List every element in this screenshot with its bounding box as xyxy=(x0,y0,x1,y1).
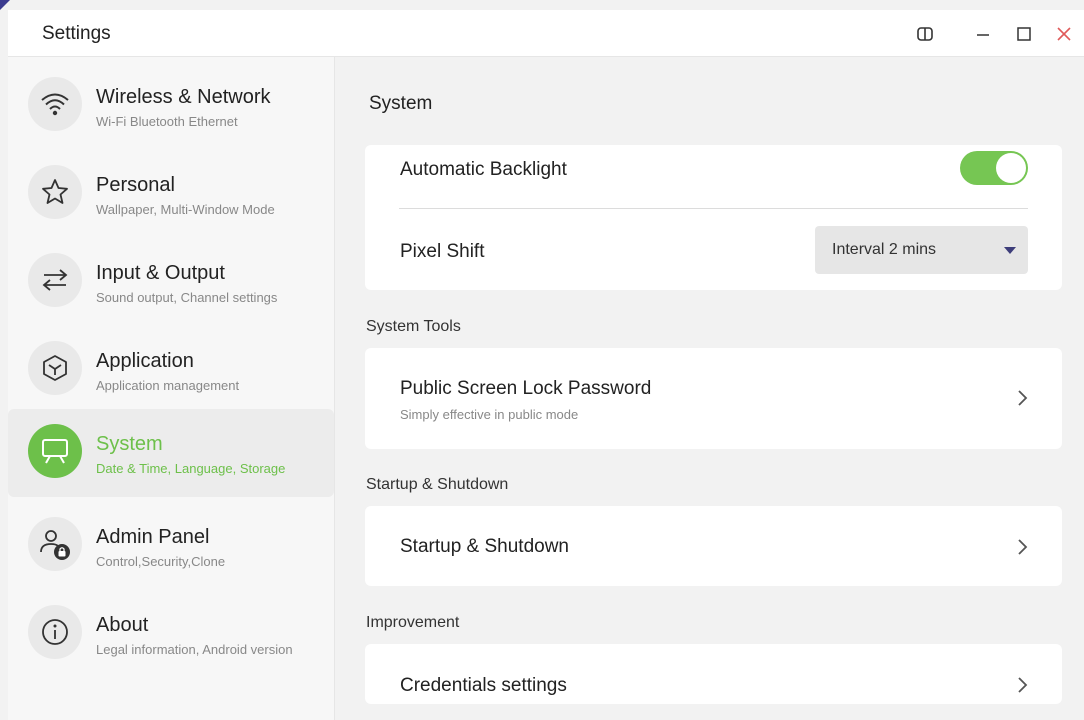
pixel-shift-label: Pixel Shift xyxy=(400,241,485,262)
pixel-shift-dropdown[interactable]: Interval 2 mins xyxy=(815,226,1028,274)
caret-down-icon xyxy=(1004,247,1016,254)
star-icon xyxy=(28,165,82,219)
auto-backlight-label: Automatic Backlight xyxy=(400,159,567,180)
sidebar-item-subtitle: Control,Security,Clone xyxy=(96,554,226,569)
minimize-button[interactable] xyxy=(971,22,995,46)
section-header-system-tools: System Tools xyxy=(366,318,461,335)
sidebar-item-system[interactable]: System Date & Time, Language, Storage xyxy=(8,409,334,497)
close-icon xyxy=(1057,27,1071,41)
minimize-icon xyxy=(977,34,989,36)
sidebar-item-title: About xyxy=(96,614,149,636)
section-header-startup-shutdown: Startup & Shutdown xyxy=(366,476,509,493)
startup-shutdown-label: Startup & Shutdown xyxy=(400,536,569,557)
split-window-button[interactable] xyxy=(913,22,937,46)
sidebar-item-title: Wireless & Network xyxy=(96,86,271,108)
screen-lock-label: Public Screen Lock Password xyxy=(400,378,652,399)
chevron-right-icon xyxy=(1018,390,1028,406)
sidebar-item-subtitle: Wallpaper, Multi-Window Mode xyxy=(96,202,275,217)
monitor-icon xyxy=(28,424,82,478)
credentials-label: Credentials settings xyxy=(400,675,567,696)
user-lock-icon xyxy=(28,517,82,571)
sidebar-item-subtitle: Sound output, Channel settings xyxy=(96,290,278,305)
chevron-right-icon xyxy=(1018,677,1028,693)
sidebar-item-title: Personal xyxy=(96,174,175,196)
cube-icon xyxy=(28,341,82,395)
wifi-icon xyxy=(28,77,82,131)
app-title: Settings xyxy=(42,23,111,44)
sidebar-item-subtitle: Date & Time, Language, Storage xyxy=(96,461,286,476)
sidebar-item-input-output[interactable]: Input & Output Sound output, Channel set… xyxy=(8,238,334,326)
sidebar-item-personal[interactable]: Personal Wallpaper, Multi-Window Mode xyxy=(8,150,334,238)
info-icon xyxy=(28,605,82,659)
corner-marker xyxy=(0,0,10,10)
divider xyxy=(399,208,1028,209)
close-button[interactable] xyxy=(1052,22,1076,46)
sidebar-item-title: Input & Output xyxy=(96,262,225,284)
startup-shutdown-row[interactable]: Startup & Shutdown xyxy=(365,506,1062,586)
title-bar: Settings xyxy=(8,10,1084,57)
maximize-icon xyxy=(1017,27,1031,41)
section-header-improvement: Improvement xyxy=(366,614,460,631)
screen-lock-password-row[interactable]: Public Screen Lock Password Simply effec… xyxy=(365,348,1062,449)
sidebar-item-subtitle: Application management xyxy=(96,378,240,393)
page-title: System xyxy=(369,93,433,114)
sidebar-item-title: System xyxy=(96,433,163,455)
display-settings-card: Automatic Backlight Pixel Shift Interval… xyxy=(365,145,1062,290)
sidebar-item-subtitle: Legal information, Android version xyxy=(96,642,293,657)
toggle-knob xyxy=(996,153,1026,183)
credentials-settings-row[interactable]: Credentials settings xyxy=(365,644,1062,704)
maximize-button[interactable] xyxy=(1012,22,1036,46)
chevron-right-icon xyxy=(1018,539,1028,555)
sidebar-item-wireless-network[interactable]: Wireless & Network Wi-Fi Bluetooth Ether… xyxy=(8,62,334,150)
split-window-icon xyxy=(917,27,933,41)
sidebar-item-title: Application xyxy=(96,350,194,372)
sidebar: Wireless & Network Wi-Fi Bluetooth Ether… xyxy=(8,57,335,720)
sidebar-item-application[interactable]: Application Application management xyxy=(8,326,334,414)
swap-arrows-icon xyxy=(28,253,82,307)
screen-lock-subtitle: Simply effective in public mode xyxy=(400,407,579,422)
main-panel: System Automatic Backlight Pixel Shift I… xyxy=(335,57,1084,720)
sidebar-item-title: Admin Panel xyxy=(96,526,210,548)
sidebar-item-admin-panel[interactable]: Admin Panel Control,Security,Clone xyxy=(8,502,334,590)
sidebar-item-about[interactable]: About Legal information, Android version xyxy=(8,590,334,678)
sidebar-item-subtitle: Wi-Fi Bluetooth Ethernet xyxy=(96,114,238,129)
pixel-shift-value: Interval 2 mins xyxy=(832,241,937,258)
auto-backlight-toggle[interactable] xyxy=(960,151,1028,185)
